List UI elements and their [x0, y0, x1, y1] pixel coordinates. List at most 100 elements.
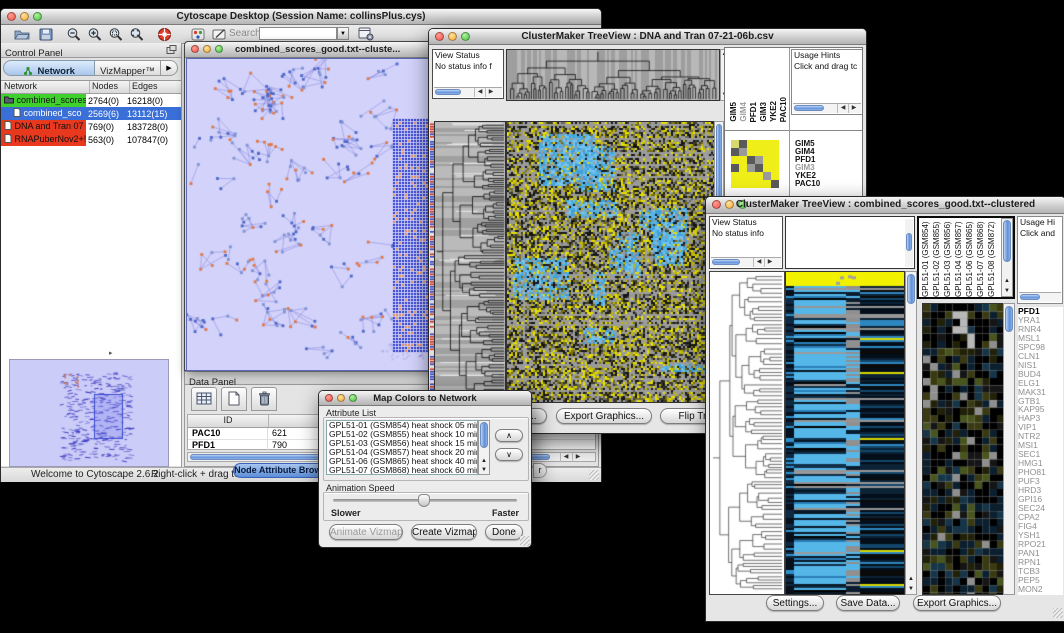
zoom-selected-button[interactable] [105, 25, 127, 43]
tv2-heatmap-vscroll-thumb[interactable] [907, 274, 915, 304]
attribute-list-up-arrow[interactable]: ▲ [479, 457, 489, 466]
tv1-matrix-cell[interactable] [747, 172, 755, 180]
zoom-out-button[interactable] [63, 25, 85, 43]
tv2-status-right-arrow[interactable]: ▶ [764, 258, 775, 267]
attribute-list-vscroll-thumb[interactable] [480, 422, 488, 448]
tv2-collabels-down-arrow[interactable]: ▼ [1002, 287, 1012, 296]
help-button[interactable] [153, 25, 175, 43]
tv2-column-label[interactable]: GPL51-04 (GSM857) [954, 219, 965, 297]
tv1-matrix-cell[interactable] [755, 164, 763, 172]
tv2-usage-hscrollbar[interactable] [1019, 292, 1061, 302]
network-row[interactable]: DNA and Tran 07769(0)183728(0) [1, 120, 181, 133]
tv2-coltree-vscroll-thumb[interactable] [906, 233, 912, 251]
network-canvas[interactable] [186, 58, 438, 371]
tv2-usage-hscroll-thumb[interactable] [1020, 294, 1040, 300]
move-up-button[interactable]: ∧ [495, 429, 523, 442]
tv2-column-label[interactable]: GPL51-02 (GSM855) [932, 219, 943, 297]
tv2-column-label[interactable]: GPL51-06 (GSM865) [965, 219, 976, 297]
tv2-row-dendrogram[interactable] [709, 271, 785, 595]
treeview2-titlebar[interactable]: ClusterMaker TreeView : combined_scores_… [706, 197, 1064, 214]
tab-network[interactable]: Network [3, 60, 95, 76]
tv1-matrix-cell[interactable] [755, 148, 763, 156]
treeview1-titlebar[interactable]: ClusterMaker TreeView : DNA and Tran 07-… [429, 29, 866, 45]
tv1-matrix-cell[interactable] [763, 156, 771, 164]
scroll-right-arrow[interactable]: ▶ [572, 453, 583, 462]
tv1-matrix-cell[interactable] [731, 140, 739, 148]
tv1-column-dendrogram[interactable] [506, 49, 720, 101]
tv2-column-label[interactable]: GPL51-07 (GSM868) [976, 219, 987, 297]
tv2-heatmap-down-arrow[interactable]: ▼ [906, 585, 916, 594]
network-table-header[interactable]: Network Nodes Edges [1, 81, 181, 94]
attribute-list[interactable]: GPL51-01 (GSM854) heat shock 05 minGPL51… [326, 420, 478, 475]
tv1-similarity-matrix[interactable] [731, 140, 779, 188]
tv1-matrix-cell[interactable] [763, 140, 771, 148]
float-panel-icon[interactable] [166, 45, 177, 55]
tv1-matrix-cell[interactable] [739, 140, 747, 148]
tv2-settings-button[interactable]: Settings... [766, 595, 824, 611]
tv2-status-left-arrow[interactable]: ◀ [753, 258, 764, 267]
tv2-collabels-vscroll-thumb[interactable] [1003, 220, 1011, 262]
col-edges[interactable]: Edges [130, 81, 181, 93]
tv2-zoom-vscrollbar[interactable] [1003, 303, 1015, 595]
tv2-column-label[interactable]: GPL51-08 (GSM872) [987, 219, 998, 297]
tv1-matrix-cell[interactable] [739, 148, 747, 156]
tv1-status-right-arrow[interactable]: ▶ [485, 88, 496, 97]
tv2-status-hscrollbar[interactable]: ◀ ▶ [711, 257, 781, 267]
tv2-gene-label[interactable]: MON2 [1018, 585, 1063, 594]
tv1-matrix-cell[interactable] [747, 156, 755, 164]
tv1-matrix-cell[interactable] [747, 148, 755, 156]
dialog-titlebar[interactable]: Map Colors to Network [319, 391, 531, 406]
tv2-collabels-vscrollbar[interactable]: ▲ ▼ [1001, 218, 1013, 297]
tv2-gene-list[interactable]: PFD1YRA1RNR4MSL1SPC98CLN1NIS1BUD4ELG1MAK… [1018, 307, 1063, 595]
tv1-row-dendrogram[interactable] [434, 121, 506, 403]
tv1-matrix-cell[interactable] [771, 156, 779, 164]
tv1-matrix-cell[interactable] [731, 148, 739, 156]
search-dropdown-button[interactable]: ▼ [337, 27, 349, 40]
tv1-matrix-cell[interactable] [763, 180, 771, 188]
zoom-in-button[interactable] [84, 25, 106, 43]
tv1-heatmap[interactable] [506, 121, 715, 403]
tv1-column-label[interactable]: GIM3 [759, 102, 769, 122]
open-session-button[interactable] [11, 25, 33, 43]
tv1-matrix-cell[interactable] [763, 172, 771, 180]
overview-handle[interactable]: ▸ [109, 349, 113, 357]
col-nodes[interactable]: Nodes [90, 81, 130, 93]
tv1-export-graphics-button[interactable]: Export Graphics... [556, 408, 652, 424]
done-button[interactable]: Done [485, 524, 523, 540]
tv1-matrix-cell[interactable] [771, 172, 779, 180]
create-attribute-button[interactable] [221, 387, 247, 411]
tab-vizmapper[interactable]: VizMapper™ [95, 60, 161, 76]
tv1-column-label[interactable]: YKE2 [769, 101, 779, 122]
main-titlebar[interactable]: Cytoscape Desktop (Session Name: collins… [1, 9, 601, 25]
network-close-button[interactable] [191, 45, 199, 53]
col-network[interactable]: Network [1, 81, 90, 93]
tv2-resize-grip[interactable] [1053, 608, 1063, 618]
tv1-usage-left-arrow[interactable]: ◀ [837, 104, 848, 113]
tv1-matrix-cell[interactable] [731, 180, 739, 188]
tv2-column-tree-area[interactable] [785, 216, 915, 269]
create-vizmap-button[interactable]: Create Vizmap [411, 524, 477, 540]
attribute-list-vscrollbar[interactable]: ▲ ▼ [478, 420, 490, 475]
dialog-resize-grip[interactable] [520, 536, 530, 546]
attribute-select-button[interactable] [191, 387, 217, 411]
tv2-collabels-up-arrow[interactable]: ▲ [1002, 277, 1012, 286]
tv2-heatmap[interactable] [785, 271, 905, 595]
tv1-matrix-cell[interactable] [763, 164, 771, 172]
tv1-matrix-cell[interactable] [739, 172, 747, 180]
tv1-matrix-cell[interactable] [731, 172, 739, 180]
attribute-list-down-arrow[interactable]: ▼ [479, 466, 489, 475]
tv1-matrix-cell[interactable] [755, 140, 763, 148]
tv1-usage-hscrollbar[interactable]: ◀ ▶ [793, 103, 861, 113]
tv2-zoom-vscroll-thumb[interactable] [1005, 306, 1013, 332]
speed-slider-thumb[interactable] [418, 494, 430, 507]
tv1-matrix-cell[interactable] [731, 156, 739, 164]
network-overview-thumbnail[interactable] [9, 359, 169, 467]
network-row[interactable]: combined_sco2569(6)13112(15) [1, 107, 181, 120]
delete-attribute-button[interactable] [251, 387, 277, 411]
network-view-titlebar[interactable]: combined_scores_good.txt--cluste... [185, 42, 437, 58]
tv2-heatmap-vscrollbar[interactable]: ▲ ▼ [905, 271, 917, 595]
tv1-matrix-cell[interactable] [747, 180, 755, 188]
tv1-matrix-row-label[interactable]: PAC10 [795, 180, 820, 188]
save-session-button[interactable] [35, 25, 57, 43]
tv1-matrix-cell[interactable] [771, 148, 779, 156]
